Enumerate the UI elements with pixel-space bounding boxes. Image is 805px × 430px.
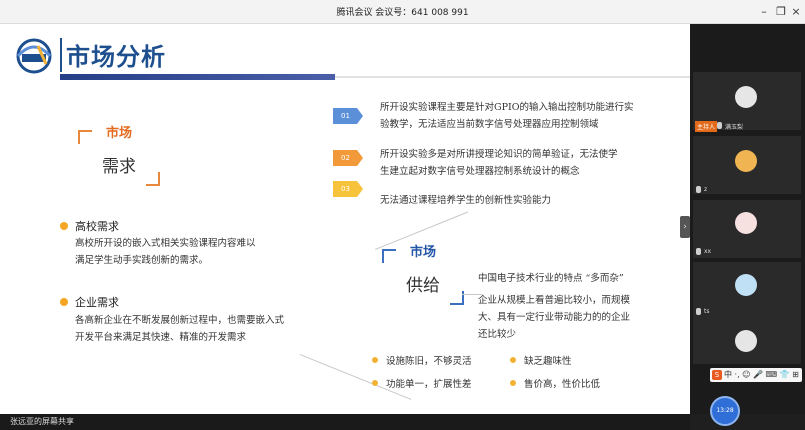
demand-text-university: 高校所开设的嵌入式相关实验课程内容难以 满足学生动手实践创新的需求。 [75,238,256,266]
cartoon-icon [735,150,757,172]
participant-name: ts [704,308,710,315]
num-tab-02: 02 [333,150,363,166]
girl-icon [735,212,757,234]
numbered-item-03: 无法通过课程培养学生的创新性实验能力 [380,195,552,206]
supply-point: 设施陈旧，不够灵活 [386,356,472,367]
supply-bullet [372,357,378,363]
share-status: 张远亚的屏幕共享 [10,417,74,426]
supply-tag: 市场 [405,245,440,260]
demand-heading: 需求 [102,157,136,177]
supply-bullet [372,380,378,386]
participant-tile[interactable]: z [693,136,801,194]
supply-bullet [510,357,516,363]
participant-tile[interactable]: ts [693,262,801,320]
demand-dot [60,298,68,306]
supply-point: 功能单一，扩展性差 [386,379,472,390]
connector-line [462,294,482,295]
share-status-bar: 张远亚的屏幕共享 [0,414,690,430]
participant-name: z [704,186,708,193]
title-rule [335,76,690,78]
num-tab-03: 03 [333,181,363,197]
demand-badge: 市场 需求 [78,126,160,186]
participant-tile[interactable]: xx [693,200,801,258]
minimize-button[interactable]: – [755,3,773,21]
input-method-toolbar[interactable]: S 中 ·, ☺ 🎤 ⌨ 👕 ⊞ [710,368,802,382]
mic-icon [717,122,722,129]
ime-controls[interactable]: 中 ·, ☺ 🎤 ⌨ 👕 ⊞ [724,369,799,380]
participant-tile[interactable] [693,318,801,364]
slide-title: 市场分析 [66,43,166,71]
participant-name: 满玉梨 [725,124,744,131]
person-icon [735,86,757,108]
title-bar: 腾讯会议 会议号：641 008 991 – ❐ × [0,0,805,24]
industry-text: 企业从规模上看普遍比较小，而规模 大、具有一定行业带动能力的的企业 还比较少 [478,295,631,340]
supply-badge: 市场 供给 [382,245,464,305]
numbered-item-02: 所开设实验多是对所讲授理论知识的简单验证，无法使学 生建立起对数字信号处理器控制… [380,149,618,177]
person-icon [735,330,757,352]
demand-label-enterprise: 企业需求 [75,296,119,309]
industry-heading: 中国电子技术行业的特点 “多而杂” [478,273,624,284]
title-divider [60,38,62,72]
demand-tag: 市场 [101,126,136,141]
panel-collapse-button[interactable]: › [680,216,690,238]
title-underline [60,74,335,80]
sogou-icon: S [712,370,722,380]
demand-dot [60,222,68,230]
window-title: 腾讯会议 会议号：641 008 991 [336,8,469,18]
host-badge: 主持人 [695,121,718,132]
mic-icon [696,248,701,255]
meeting-window: 腾讯会议 会议号：641 008 991 – ❐ × 市场分析 市场 需求 01… [0,0,805,430]
shared-slide: 市场分析 市场 需求 01 所开设实验课程主要是针对GPIO的输入输出控制功能进… [0,24,690,414]
num-tab-01: 01 [333,108,363,124]
demand-label-university: 高校需求 [75,220,119,233]
participant-name: xx [704,248,712,255]
close-button[interactable]: × [787,3,805,21]
demand-text-enterprise: 各高新企业在不断发展创新过程中，也需要嵌入式 开发平台来满足其快速、精准的开发需… [75,315,285,343]
university-logo-icon [16,38,52,74]
supply-heading: 供给 [406,276,440,296]
supply-point: 缺乏趣味性 [524,356,572,367]
participant-tile[interactable]: 主持人 满玉梨 [693,72,801,132]
mic-icon [696,186,701,193]
supply-bullet [510,380,516,386]
numbered-item-01: 所开设实验课程主要是针对GPIO的输入输出控制功能进行实 验教学，无法适应当前数… [380,102,634,130]
supply-point: 售价高，性价比低 [524,379,601,390]
timer-badge[interactable]: 13:28 [710,396,740,426]
mic-icon [696,308,701,315]
mask-icon [735,274,757,296]
